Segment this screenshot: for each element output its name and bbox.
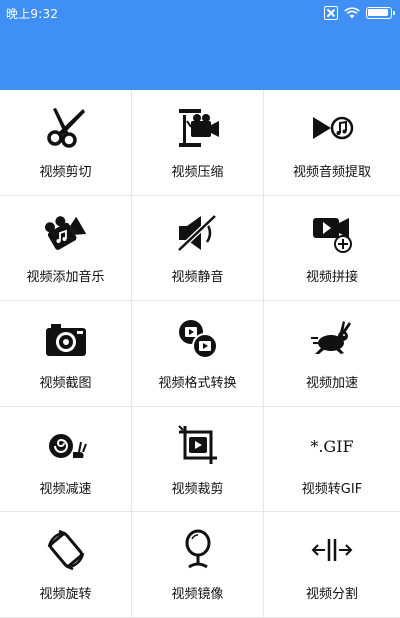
tool-label: 视频音频提取 [292,164,371,180]
snail-icon [43,422,89,468]
tool-crop[interactable]: 视频裁剪 [132,406,264,513]
split-icon [309,527,355,573]
tool-label: 视频静音 [171,270,224,286]
play-music-icon [309,105,355,151]
gif-icon-text: *.GIF [310,437,353,456]
app-header: 晚上9:32 [0,0,400,90]
tool-label: 视频旋转 [39,587,92,603]
mute-icon [175,210,221,256]
tool-label: 视频加速 [305,375,358,391]
tool-video-cut[interactable]: 视频剪切 [0,90,132,196]
video-add-icon [309,210,355,256]
wifi-icon [344,7,360,19]
status-time: 晚上9:32 [6,6,59,21]
tool-label: 视频剪切 [39,164,92,180]
rotate-icon [43,527,89,573]
tool-label: 视频镜像 [171,587,224,603]
tool-video-compress[interactable]: 视频压缩 [132,90,264,196]
tool-label: 视频截图 [39,375,92,391]
tool-label: 视频压缩 [171,164,224,180]
tool-label: 视频添加音乐 [26,270,105,286]
tool-label: 视频拼接 [305,270,358,286]
tool-label: 视频减速 [39,481,92,497]
tool-screenshot[interactable]: 视频截图 [0,301,132,407]
tool-mirror[interactable]: 视频镜像 [132,512,264,618]
mirror-icon [175,527,221,573]
tool-label: 视频转GIF [301,481,363,497]
compress-camera-icon [175,105,221,151]
tool-format-convert[interactable]: 视频格式转换 [132,301,264,407]
camera-icon [43,316,89,362]
tool-mute[interactable]: 视频静音 [132,195,264,302]
convert-icon [175,316,221,362]
tool-slow-down[interactable]: 视频减速 [0,406,132,513]
tool-rotate[interactable]: 视频旋转 [0,512,132,618]
tool-label: 视频裁剪 [171,481,224,497]
crop-icon [175,422,221,468]
tool-grid: 视频剪切 视频压缩 视频音频提取 视频添加音乐 视频静音 视频拼接 视频截图 视… [0,90,400,618]
tool-to-gif[interactable]: *.GIF 视频转GIF [264,406,400,513]
tool-audio-extract[interactable]: 视频音频提取 [264,90,400,196]
notification-icon [324,6,338,20]
gif-icon: *.GIF [309,422,355,468]
battery-icon [366,7,395,19]
camera-music-icon [43,210,89,256]
tool-merge[interactable]: 视频拼接 [264,195,400,302]
tool-add-music[interactable]: 视频添加音乐 [0,195,132,302]
tool-label: 视频分割 [305,587,358,603]
tool-speed-up[interactable]: 视频加速 [264,301,400,407]
rabbit-icon [309,316,355,362]
status-bar: 晚上9:32 [0,0,400,26]
scissors-icon [43,105,89,151]
tool-split[interactable]: 视频分割 [264,512,400,618]
status-icons [324,6,395,20]
tool-label: 视频格式转换 [158,375,237,391]
